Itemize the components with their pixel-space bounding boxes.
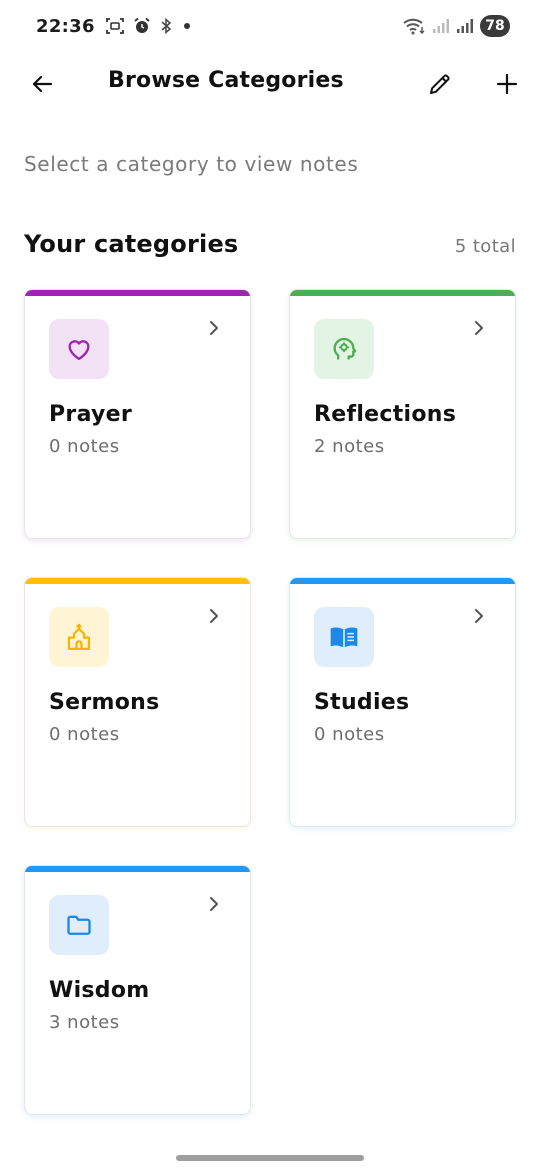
signal-icon — [457, 19, 473, 33]
card-accent-bar — [290, 578, 515, 584]
page-title: Browse Categories — [108, 68, 344, 93]
chevron-right-icon — [475, 321, 483, 335]
app-bar: Browse Categories — [0, 56, 540, 112]
plus-icon — [496, 73, 518, 95]
chevron-right-icon — [210, 609, 218, 623]
head-idea-icon — [333, 337, 357, 360]
bluetooth-icon — [161, 17, 171, 35]
add-button[interactable] — [485, 62, 529, 106]
card-note-count: 0 notes — [314, 724, 385, 745]
wifi-icon — [403, 18, 425, 35]
card-title: Reflections — [314, 402, 457, 427]
chevron-right-icon — [475, 609, 483, 623]
card-title: Sermons — [49, 690, 160, 715]
card-icon-container — [49, 895, 109, 955]
folder-icon — [67, 915, 91, 935]
status-bar: 22:36 78 — [0, 0, 540, 52]
card-note-count: 2 notes — [314, 436, 385, 457]
chevron-right-icon — [210, 321, 218, 335]
section-title: Your categories — [24, 230, 239, 258]
card-title: Wisdom — [49, 978, 150, 1003]
status-time: 22:36 — [36, 15, 95, 37]
card-accent-bar — [25, 866, 250, 872]
card-icon-container — [49, 607, 109, 667]
pencil-icon — [430, 74, 450, 94]
church-icon — [67, 623, 91, 650]
card-note-count: 0 notes — [49, 436, 120, 457]
category-card-wisdom[interactable]: Wisdom 3 notes — [24, 865, 251, 1115]
category-count: 5 total — [454, 236, 516, 257]
alarm-icon — [134, 17, 150, 33]
card-accent-bar — [25, 290, 250, 296]
category-card-reflections[interactable]: Reflections 2 notes — [289, 289, 516, 539]
notification-dot-icon — [183, 23, 190, 29]
card-icon-container — [314, 319, 374, 379]
card-title: Prayer — [49, 402, 133, 427]
screenshot-icon — [105, 18, 124, 34]
card-icon-container — [49, 319, 109, 379]
home-indicator[interactable] — [176, 1155, 364, 1161]
status-icons-left — [105, 17, 193, 35]
card-accent-bar — [290, 290, 515, 296]
category-card-studies[interactable]: Studies 0 notes — [289, 577, 516, 827]
category-card-sermons[interactable]: Sermons 0 notes — [24, 577, 251, 827]
book-open-icon — [330, 627, 358, 648]
chevron-right-icon — [210, 897, 218, 911]
card-note-count: 3 notes — [49, 1012, 120, 1033]
battery-indicator: 78 — [480, 15, 510, 37]
screen: 22:36 78 Browse Categories Select a cate… — [0, 0, 540, 1170]
arrow-left-icon — [32, 75, 53, 93]
card-note-count: 0 notes — [49, 724, 120, 745]
back-button[interactable] — [20, 62, 64, 106]
section-header: Your categories 5 total — [24, 230, 516, 258]
card-title: Studies — [314, 690, 410, 715]
heart-icon — [68, 340, 90, 361]
page-subtitle: Select a category to view notes — [24, 152, 359, 176]
status-icons-right: 78 — [402, 15, 510, 37]
signal-weak-icon — [433, 19, 449, 33]
edit-button[interactable] — [418, 62, 462, 106]
card-accent-bar — [25, 578, 250, 584]
card-icon-container — [314, 607, 374, 667]
category-card-prayer[interactable]: Prayer 0 notes — [24, 289, 251, 539]
